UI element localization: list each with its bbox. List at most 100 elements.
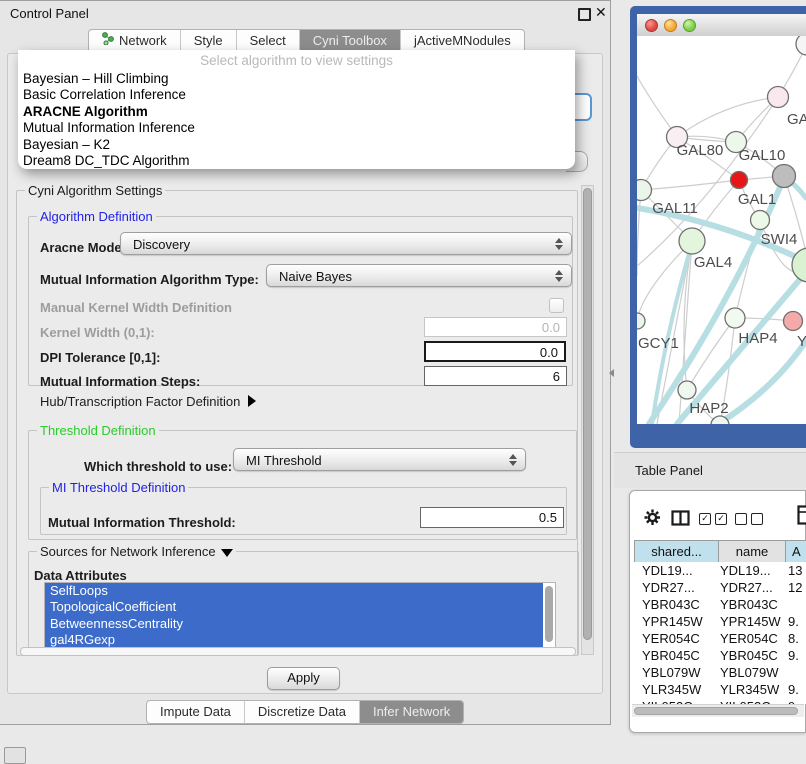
float-window-icon[interactable] [578, 8, 591, 21]
scrollbar-thumb[interactable] [583, 188, 592, 640]
sources-group-toggle[interactable]: Sources for Network Inference [37, 544, 236, 559]
deselect-all-columns-icon[interactable] [735, 513, 763, 525]
network-edge[interactable] [641, 180, 739, 190]
close-panel-icon[interactable]: ✕ [595, 4, 607, 21]
hub-section-label: Hub/Transcription Factor Definition [40, 394, 240, 409]
tab-cyni-toolbox[interactable]: Cyni Toolbox [299, 30, 400, 52]
data-attributes-list: SelfLoopsTopologicalCoefficientBetweenne… [44, 582, 556, 648]
dpi-tolerance-label: DPI Tolerance [0,1]: [40, 350, 160, 365]
zoom-window-icon[interactable] [683, 19, 696, 32]
mi-steps-field[interactable]: 6 [424, 366, 567, 386]
algorithm-option[interactable]: Mutual Information Inference [23, 120, 570, 136]
stepper-arrows-icon [509, 454, 517, 466]
algorithm-option[interactable]: Bayesian – Hill Climbing [23, 71, 570, 87]
table-row[interactable]: YER054CYER054C8. [634, 630, 806, 647]
network-node-hap2[interactable] [678, 381, 696, 399]
data-attribute-item-selected[interactable]: gal4RGexp [45, 632, 543, 648]
network-edge[interactable] [677, 97, 778, 137]
table-row[interactable]: YDL19...YDL19...13 [634, 562, 806, 579]
minimize-window-icon[interactable] [664, 19, 677, 32]
inference-algorithm-combo-fragment[interactable] [574, 93, 592, 121]
network-node-gal7[interactable] [768, 87, 789, 108]
data-attribute-item-selected[interactable]: BetweennessCentrality [45, 616, 543, 632]
tab-network[interactable]: Network [89, 30, 180, 52]
close-window-icon[interactable] [645, 19, 658, 32]
table-row[interactable]: YBL079W YBL079W [634, 664, 806, 681]
hub-transcription-factor-toggle[interactable]: Hub/Transcription Factor Definition [40, 394, 256, 409]
data-attribute-item-selected[interactable]: TopologicalCoefficient [45, 599, 543, 615]
network-node-y[interactable] [784, 312, 803, 331]
network-node-hap4[interactable] [725, 308, 745, 328]
data-attribute-item-selected[interactable]: SelfLoops [45, 583, 543, 599]
table-row[interactable]: YPR145WYPR145W9. [634, 613, 806, 630]
table-partial-icon[interactable] [797, 505, 806, 530]
mi-algorithm-type-combo[interactable]: Naive Bayes [266, 264, 572, 287]
column-header-name[interactable]: name [718, 540, 786, 563]
table-row[interactable]: YLR345WYLR345W9. [634, 681, 806, 698]
tab-impute-data[interactable]: Impute Data [147, 701, 244, 723]
panel-title: Control Panel [10, 6, 89, 21]
table-cell: YDL19... [642, 562, 693, 579]
table-horizontal-scrollbar[interactable] [632, 704, 804, 717]
scrollbar-thumb[interactable] [634, 707, 798, 715]
table-cell: YDR27... [720, 579, 773, 596]
algorithm-option[interactable]: Bayesian – K2 [23, 137, 570, 153]
tab-infer-network[interactable]: Infer Network [359, 701, 463, 723]
network-node-label: Y [797, 333, 806, 350]
table-row[interactable]: YDR27...YDR27...12 [634, 579, 806, 596]
column-header-shared-name[interactable]: shared... [634, 540, 719, 563]
minimized-panel-icon[interactable] [4, 747, 26, 764]
table-cell: YLR345W [720, 681, 779, 698]
network-view-window: GAL7GAL80GAL10GAL1SWI4GAL11GAL4GCY1HAP4Y… [630, 6, 806, 448]
group-title: Cyni Algorithm Settings [25, 183, 165, 198]
network-graph-icon [102, 30, 114, 52]
network-node[interactable] [796, 36, 806, 55]
list-scrollbar-thumb[interactable] [545, 586, 553, 642]
network-node[interactable] [773, 165, 796, 188]
network-edge-highlighted[interactable] [715, 341, 806, 424]
table-cell: 13 [788, 562, 802, 579]
tab-discretize-data[interactable]: Discretize Data [244, 701, 359, 723]
network-node-gcy1[interactable] [637, 313, 645, 329]
table-cell: YBL079W [642, 664, 701, 681]
kernel-width-field[interactable]: 0.0 [424, 317, 567, 337]
aracne-mode-combo[interactable]: Discovery [120, 232, 572, 255]
network-node-gal1[interactable] [731, 172, 748, 189]
column-header-partial[interactable]: A [785, 540, 806, 563]
manual-kernel-width-checkbox[interactable] [549, 298, 564, 313]
table-cell: YBL079W [720, 664, 779, 681]
settings-vertical-scrollbar[interactable] [581, 185, 594, 655]
settings-gear-icon[interactable] [644, 509, 661, 531]
network-window-titlebar[interactable] [637, 14, 806, 36]
which-threshold-combo[interactable]: MI Threshold [233, 448, 526, 471]
combo-value: MI Threshold [246, 453, 322, 468]
tab-select[interactable]: Select [236, 30, 299, 52]
expand-right-icon [248, 395, 256, 407]
table-panel-title: Table Panel [635, 463, 703, 478]
network-node-label: HAP2 [689, 400, 728, 417]
table-body: YDL19...YDL19...13YDR27...YDR27...12YBR0… [634, 562, 806, 704]
table-cell: YPR145W [642, 613, 703, 630]
network-node-gal4[interactable] [679, 228, 705, 254]
split-panel-icon[interactable] [671, 510, 690, 531]
table-row[interactable]: YBR043CYBR043C [634, 596, 806, 613]
tab-jactivemnodules[interactable]: jActiveMNodules [400, 30, 524, 52]
algorithm-dropdown-popup: Select algorithm to view settings Bayesi… [18, 50, 575, 169]
algorithm-option[interactable]: ARACNE Algorithm [23, 104, 570, 120]
apply-button[interactable]: Apply [267, 667, 340, 690]
algorithm-option[interactable]: Basic Correlation Inference [23, 87, 570, 103]
settings-horizontal-scrollbar[interactable] [20, 647, 576, 656]
select-all-columns-icon[interactable]: ✓✓ [699, 513, 727, 525]
network-canvas[interactable]: GAL7GAL80GAL10GAL1SWI4GAL11GAL4GCY1HAP4Y… [637, 36, 806, 424]
network-node-gal11[interactable] [637, 180, 652, 201]
table-row[interactable]: YBR045CYBR045C9. [634, 647, 806, 664]
mi-threshold-field[interactable]: 0.5 [420, 507, 564, 528]
split-pane-handle[interactable] [609, 369, 614, 377]
dpi-tolerance-field[interactable]: 0.0 [424, 341, 566, 362]
network-node-swi4[interactable] [751, 211, 770, 230]
algorithm-option[interactable]: Dream8 DC_TDC Algorithm [23, 153, 570, 169]
network-node-label: GAL7 [787, 111, 806, 128]
tab-style[interactable]: Style [180, 30, 236, 52]
algorithm-dropdown-placeholder: Select algorithm to view settings [18, 53, 575, 68]
table-cell: 8. [788, 630, 799, 647]
